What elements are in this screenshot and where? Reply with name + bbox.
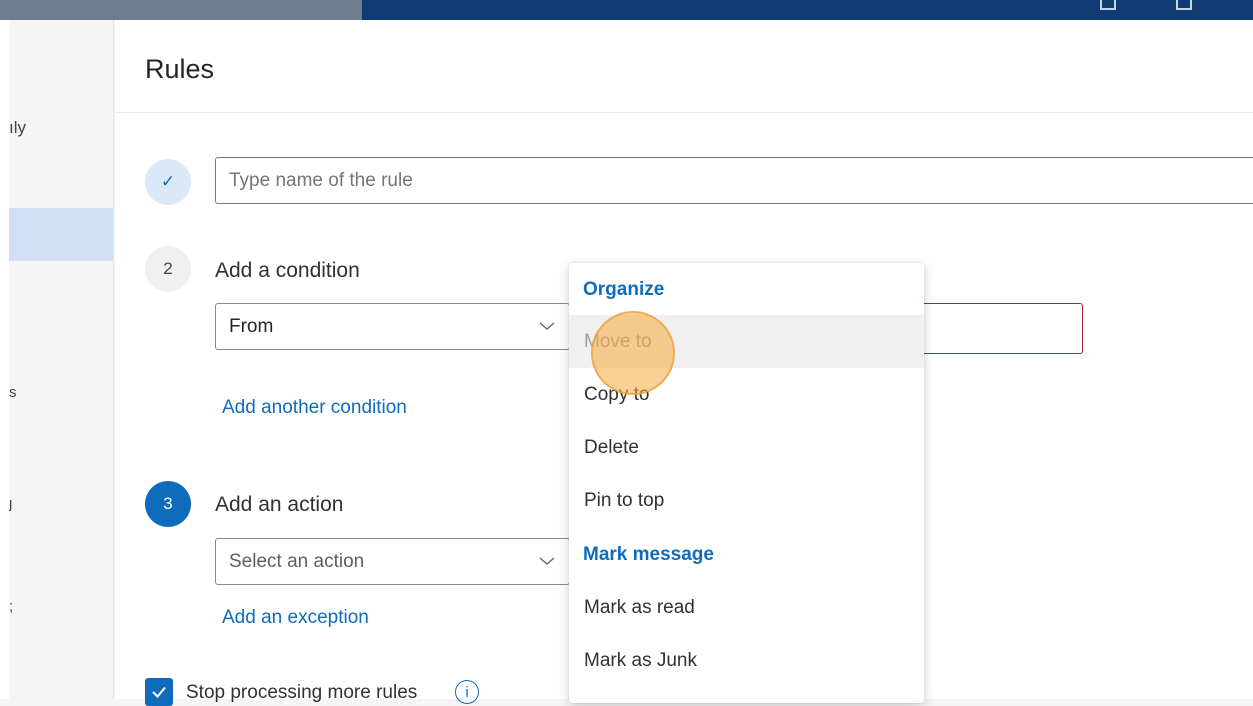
menu-group-header-organize: Organize: [583, 279, 665, 300]
menu-item-label: Pin to top: [584, 489, 665, 511]
condition-select-value: From: [229, 315, 274, 337]
menu-item-mark-as-junk[interactable]: Mark as Junk: [569, 634, 924, 687]
stop-processing-checkbox[interactable]: [145, 678, 173, 706]
nav-item-fragment[interactable]: ;: [9, 598, 13, 615]
top-bar: [0, 0, 1253, 20]
step-1-complete-indicator: ✓: [145, 159, 191, 205]
info-icon[interactable]: i: [455, 680, 479, 704]
condition-select[interactable]: From: [215, 303, 570, 350]
step-2-indicator: 2: [145, 246, 191, 292]
step-number: 2: [163, 259, 173, 278]
nav-item-fragment[interactable]: ȷ: [9, 495, 12, 512]
action-select[interactable]: Select an action: [215, 538, 570, 585]
menu-item-label: Move to: [584, 330, 652, 352]
stop-processing-label: Stop processing more rules: [186, 682, 418, 703]
divider: [115, 112, 1253, 113]
nav-item-selected[interactable]: [9, 208, 113, 261]
menu-item-label: Mark as read: [584, 596, 695, 618]
checkmark-icon: [152, 686, 166, 698]
condition-value-input[interactable]: [923, 303, 1083, 354]
menu-item-delete[interactable]: Delete: [569, 421, 924, 474]
menu-item-label: Mark as Junk: [584, 649, 697, 671]
step-3-indicator: 3: [145, 481, 191, 527]
page-title: Rules: [145, 54, 215, 84]
menu-item-label: Copy to: [584, 383, 650, 405]
action-dropdown-menu: Organize Move to Copy to Delete Pin to t…: [569, 263, 924, 703]
action-select-placeholder: Select an action: [229, 550, 365, 572]
settings-nav: ıly s ȷ ;: [9, 20, 114, 699]
top-bar-left-segment: [0, 0, 362, 20]
rule-name-input[interactable]: [215, 157, 1253, 204]
nav-item-fragment[interactable]: ıly: [9, 118, 26, 138]
menu-group-header-mark-message: Mark message: [583, 544, 714, 565]
chevron-down-icon: [539, 322, 555, 330]
add-exception-link[interactable]: Add an exception: [222, 607, 369, 629]
add-action-heading: Add an action: [215, 493, 344, 516]
menu-item-pin-to-top[interactable]: Pin to top: [569, 474, 924, 527]
check-icon: ✓: [160, 172, 176, 191]
add-another-condition-link[interactable]: Add another condition: [222, 397, 407, 419]
chevron-down-icon: [539, 557, 555, 565]
menu-item-mark-as-read[interactable]: Mark as read: [569, 581, 924, 634]
top-bar-icon[interactable]: [1100, 0, 1116, 10]
add-condition-heading: Add a condition: [215, 259, 360, 282]
step-number: 3: [163, 494, 173, 513]
menu-item-label: Delete: [584, 436, 639, 458]
menu-item-copy-to[interactable]: Copy to: [569, 368, 924, 421]
menu-item-move-to[interactable]: Move to: [569, 315, 924, 368]
top-bar-icon[interactable]: [1176, 0, 1192, 10]
nav-item-fragment[interactable]: s: [9, 384, 17, 401]
info-glyph: i: [465, 683, 469, 701]
left-edge: [0, 20, 9, 699]
